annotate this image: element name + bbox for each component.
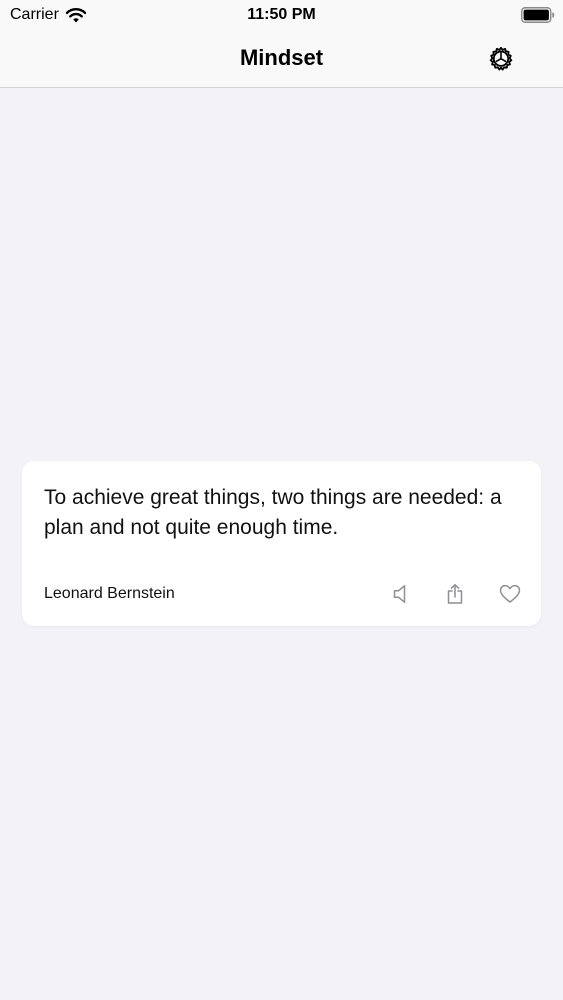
navigation-bar: Mindset — [0, 30, 563, 88]
status-time: 11:50 PM — [247, 6, 316, 23]
speaker-icon — [393, 585, 406, 603]
speak-button[interactable] — [388, 581, 414, 607]
quote-card: To achieve great things, two things are … — [22, 461, 541, 626]
gear-icon — [489, 46, 513, 71]
favorite-button[interactable] — [497, 581, 523, 607]
battery-icon — [521, 7, 555, 23]
share-icon — [447, 584, 463, 604]
heart-icon — [499, 584, 521, 603]
status-bar: Carrier 11:50 PM — [0, 0, 563, 30]
app-screen: Carrier 11:50 PM Mindset To achieve grea… — [0, 0, 563, 1000]
quote-text: To achieve great things, two things are … — [44, 486, 502, 539]
share-button[interactable] — [442, 581, 468, 607]
page-title: Mindset — [239, 45, 324, 70]
settings-button[interactable] — [485, 43, 517, 75]
quote-author: Leonard Bernstein — [44, 585, 175, 602]
